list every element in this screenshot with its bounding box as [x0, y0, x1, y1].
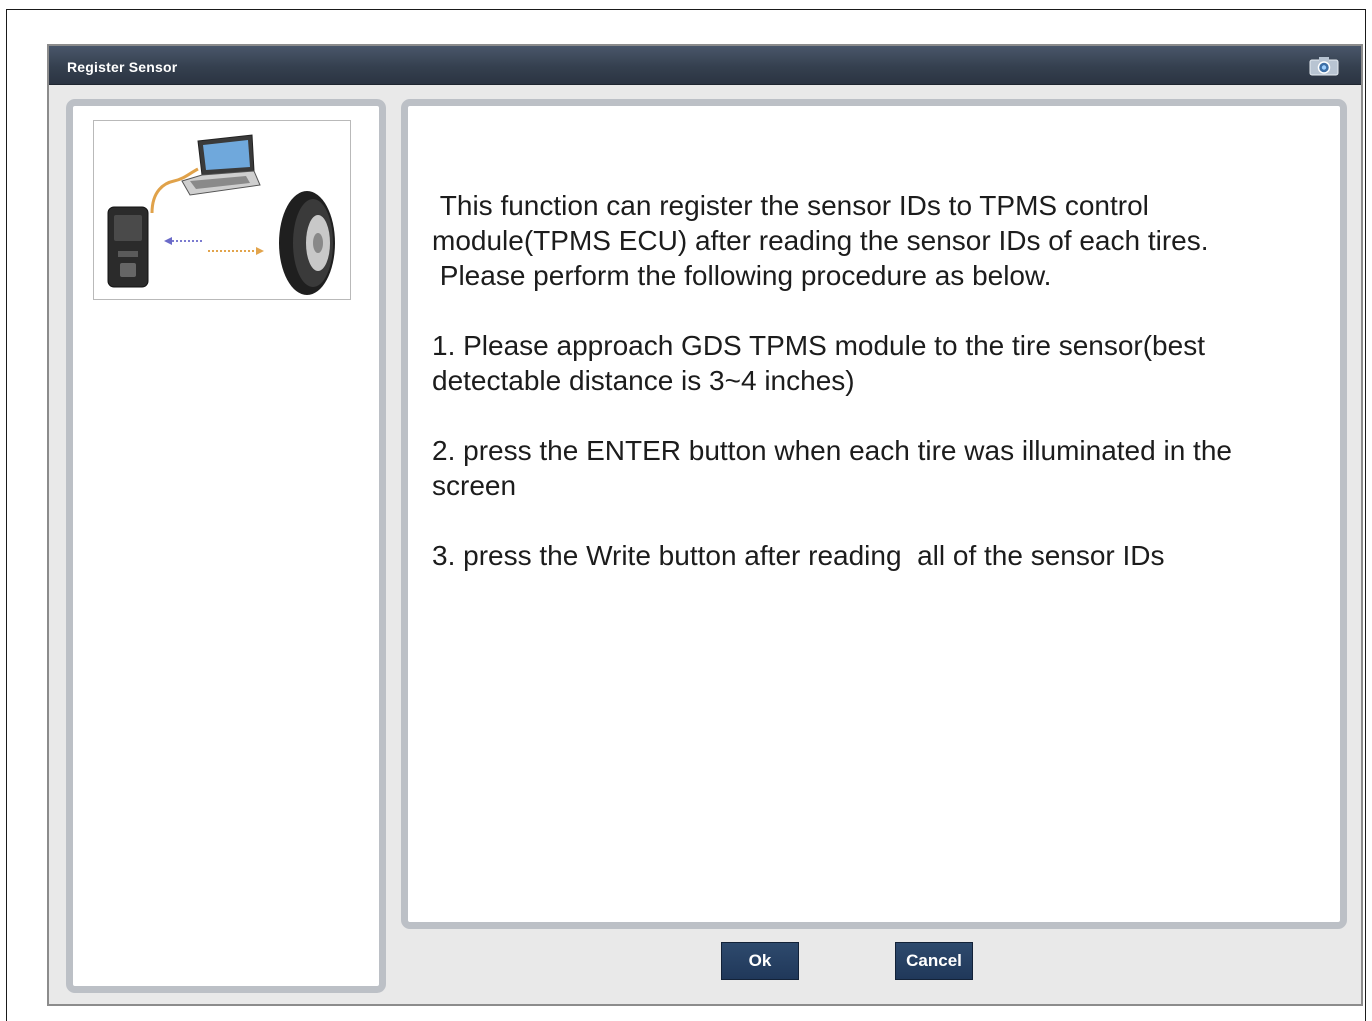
step-2: 2. press the ENTER button when each tire… — [432, 435, 1232, 501]
ok-button[interactable]: Ok — [721, 942, 799, 980]
tpms-diagram-image — [107, 134, 335, 295]
instructions-panel: This function can register the sensor ID… — [401, 99, 1347, 929]
cancel-button[interactable]: Cancel — [895, 942, 973, 980]
instructions-text: This function can register the sensor ID… — [432, 188, 1336, 608]
intro-paragraph: This function can register the sensor ID… — [432, 190, 1209, 291]
step-1: 1. Please approach GDS TPMS module to th… — [432, 330, 1205, 396]
register-sensor-dialog: Register Sensor This function can regist… — [47, 44, 1363, 1006]
window-title: Register Sensor — [67, 59, 178, 75]
step-3: 3. press the Write button after reading … — [432, 540, 1165, 571]
camera-icon[interactable] — [1309, 56, 1339, 76]
title-bar[interactable]: Register Sensor — [49, 46, 1361, 85]
illustration-panel — [66, 99, 386, 993]
tpms-illustration — [93, 120, 351, 300]
